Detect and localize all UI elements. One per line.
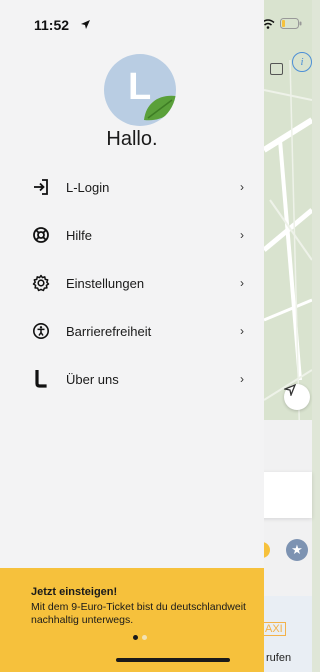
locate-button[interactable] [284, 384, 310, 410]
lifebuoy-icon [30, 224, 52, 246]
status-time: 11:52 [34, 17, 70, 33]
menu-item-settings[interactable]: Einstellungen › [30, 268, 244, 298]
chevron-right-icon: › [240, 180, 244, 194]
chevron-right-icon: › [240, 372, 244, 386]
page-indicator[interactable] [133, 635, 147, 640]
gear-icon [30, 272, 52, 294]
promo-body: Mit dem 9-Euro-Ticket bist du deutschlan… [31, 601, 246, 626]
greeting-title: Hallo. [106, 128, 158, 150]
location-arrow-icon [81, 20, 90, 29]
favorite-star-button[interactable]: ★ [286, 539, 308, 561]
menu-item-label: Einstellungen [66, 275, 145, 291]
menu-item-about[interactable]: Über uns › [30, 364, 244, 394]
menu-item-help[interactable]: Hilfe › [30, 220, 244, 250]
menu-item-accessibility[interactable]: Barrierefreiheit › [30, 316, 244, 346]
login-icon [30, 176, 52, 198]
menu-item-label: Über uns [66, 371, 119, 387]
navigation-arrow-icon [284, 384, 296, 396]
menu-item-login[interactable]: L-Login › [30, 172, 244, 202]
chevron-right-icon: › [240, 324, 244, 338]
battery-icon [280, 18, 302, 29]
side-drawer: 11:52 L Hallo. L-Login › Hilfe › Einstel… [0, 0, 264, 672]
page-dot-active [133, 635, 138, 640]
page-dot [142, 635, 147, 640]
chevron-right-icon: › [240, 228, 244, 242]
accessibility-icon [30, 320, 52, 342]
info-icon[interactable]: i [292, 52, 312, 72]
leaf-icon [144, 95, 176, 121]
menu-item-label: L-Login [66, 179, 110, 195]
home-indicator[interactable] [116, 658, 230, 662]
avatar[interactable]: L [104, 54, 176, 126]
call-label: rufen [266, 652, 292, 664]
menu-item-label: Barrierefreiheit [66, 323, 152, 339]
menu-item-label: Hilfe [66, 227, 93, 243]
chevron-right-icon: › [240, 276, 244, 290]
taxi-label: AXI [262, 622, 286, 636]
l-logo-icon [30, 368, 52, 390]
promo-title: Jetzt einsteigen! [31, 586, 118, 598]
map-layer-icon[interactable] [270, 63, 283, 75]
